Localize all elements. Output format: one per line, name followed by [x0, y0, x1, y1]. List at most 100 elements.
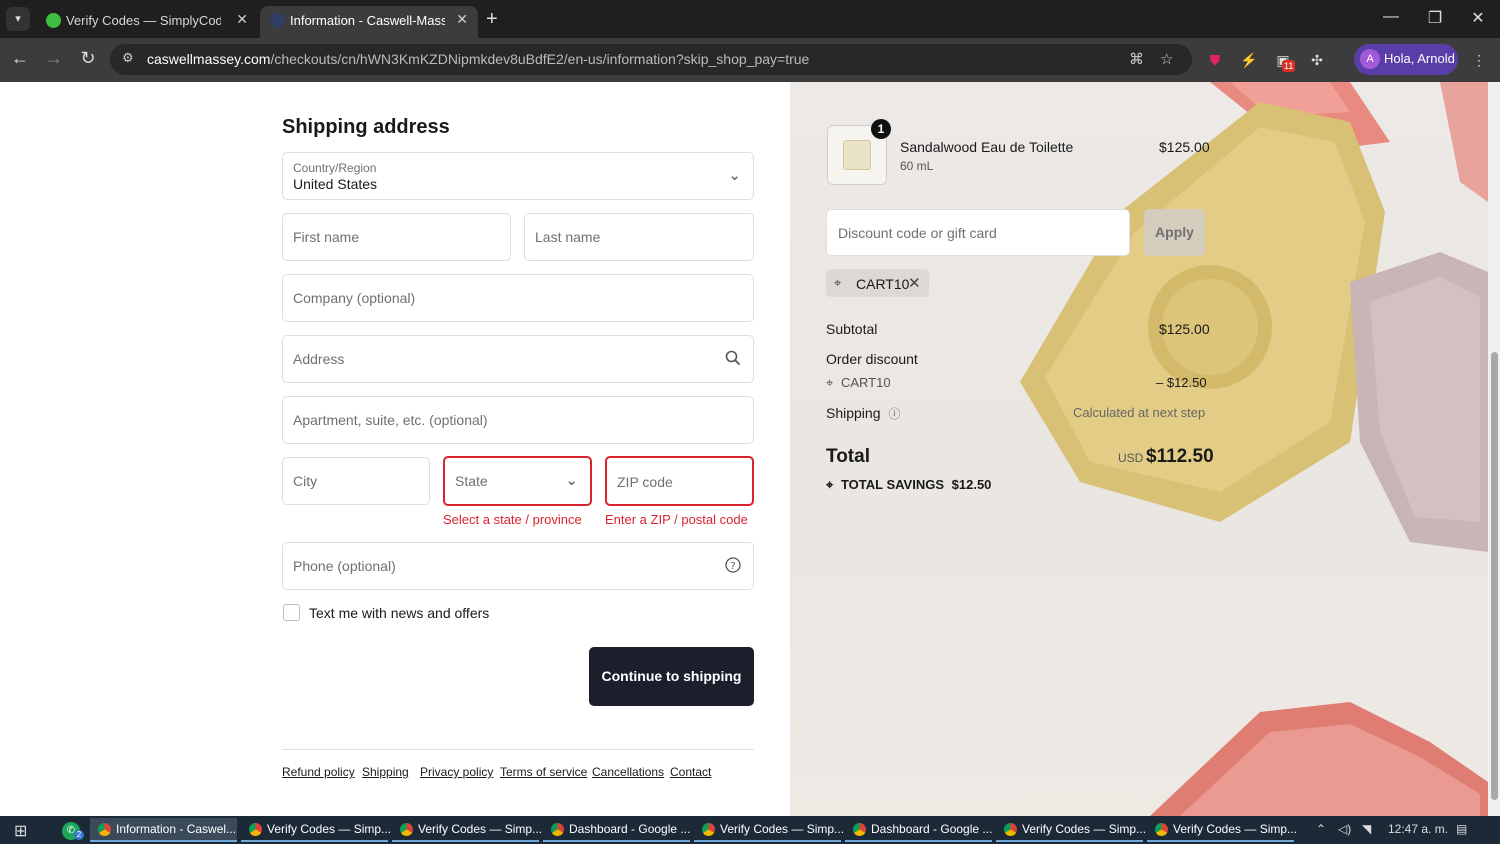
zip-error-message: Enter a ZIP / postal code	[605, 512, 748, 527]
order-discount-code: CART10	[840, 375, 891, 390]
taskbar-item-label: Verify Codes — Simp...	[267, 822, 392, 836]
close-window-icon[interactable]: ✕	[1468, 8, 1488, 28]
chrome-icon	[98, 823, 111, 836]
tray-chevron-up-icon[interactable]: ⌃	[1316, 822, 1326, 836]
country-select[interactable]: Country/Region United States ⌄	[282, 152, 754, 200]
start-grid-icon[interactable]: ⊞	[14, 821, 27, 841]
tab-search-button[interactable]: ▾	[6, 7, 30, 31]
taskbar-item-label: Verify Codes — Simp...	[1022, 822, 1147, 836]
applied-discount-chip: ⌖ CART10 ✕	[826, 269, 929, 297]
tag-icon: ⌖	[826, 477, 834, 492]
lightning-extension-icon[interactable]: ⚡	[1238, 49, 1260, 71]
tab-information[interactable]: Information - Caswell-Massey® ✕	[260, 6, 478, 38]
url-text: caswellmassey.com/checkouts/cn/hWN3KmKZD…	[147, 51, 810, 67]
chrome-icon	[400, 823, 413, 836]
site-info-icon[interactable]: ⚙	[122, 50, 134, 66]
total-savings-row: ⌖ TOTAL SAVINGS $12.50	[826, 477, 991, 493]
zip-code-field[interactable]: ZIP code	[605, 456, 754, 506]
footer-link-cancellations[interactable]: Cancellations	[592, 765, 664, 779]
whatsapp-badge: 2	[74, 830, 84, 840]
browser-toolbar: ← → ↻ ⚙ caswellmassey.com/checkouts/cn/h…	[0, 38, 1500, 82]
minimize-icon[interactable]: —	[1381, 8, 1401, 26]
screen-extension-icon[interactable]: ▣ 11	[1272, 49, 1296, 72]
product-name: Sandalwood Eau de Toilette	[900, 139, 1074, 155]
last-name-placeholder: Last name	[535, 229, 601, 245]
tab-title: Information - Caswell-Massey®	[290, 13, 445, 28]
chrome-icon	[249, 823, 262, 836]
taskbar-item[interactable]: Dashboard - Google ...	[543, 818, 690, 842]
chrome-icon	[853, 823, 866, 836]
taskbar-item-label: Information - Caswel...	[116, 822, 237, 836]
shield-extension-icon[interactable]: ⛊	[1204, 49, 1226, 71]
restore-icon[interactable]: ❐	[1425, 8, 1445, 28]
chrome-icon	[551, 823, 564, 836]
quantity-badge: 1	[871, 119, 891, 139]
zip-placeholder: ZIP code	[617, 474, 673, 490]
address-field[interactable]: Address	[282, 335, 754, 383]
apartment-placeholder: Apartment, suite, etc. (optional)	[293, 412, 488, 428]
phone-field[interactable]: Phone (optional) ?	[282, 542, 754, 590]
caswell-massey-favicon-icon	[270, 13, 285, 28]
taskbar-item[interactable]: Verify Codes — Simp...	[392, 818, 542, 842]
bookmark-star-icon[interactable]: ☆	[1160, 50, 1173, 68]
whatsapp-icon[interactable]: ✆ 2	[62, 822, 84, 840]
state-error-message: Select a state / province	[443, 512, 582, 527]
taskbar-item[interactable]: Information - Caswel...	[90, 818, 237, 842]
menu-kebab-icon[interactable]: ⋮	[1468, 49, 1490, 71]
discount-code-input[interactable]: Discount code or gift card	[826, 209, 1130, 256]
address-placeholder: Address	[293, 351, 345, 367]
address-bar[interactable]: ⚙ caswellmassey.com/checkouts/cn/hWN3KmK…	[110, 44, 1192, 75]
new-tab-button[interactable]: +	[486, 8, 498, 31]
taskbar-item[interactable]: Verify Codes — Simp...	[241, 818, 392, 842]
company-field[interactable]: Company (optional)	[282, 274, 754, 322]
sms-opt-in-checkbox[interactable]	[283, 604, 300, 621]
first-name-placeholder: First name	[293, 229, 360, 245]
taskbar-item[interactable]: Verify Codes — Simp...	[694, 818, 844, 842]
state-placeholder: State	[455, 473, 488, 489]
help-circle-icon[interactable]: ?	[725, 557, 741, 577]
continue-to-shipping-button[interactable]: Continue to shipping	[589, 647, 754, 706]
footer-link-terms-of-service[interactable]: Terms of service	[500, 765, 587, 779]
volume-icon[interactable]: ◁)	[1338, 822, 1351, 836]
order-discount-value: – $12.50	[1156, 375, 1207, 390]
profile-button[interactable]: A Hola, Arnold	[1354, 44, 1458, 75]
subtotal-value: $125.00	[1159, 321, 1210, 337]
close-icon[interactable]: ✕	[236, 11, 248, 28]
savings-label: TOTAL SAVINGS	[840, 477, 945, 492]
phone-placeholder: Phone (optional)	[293, 558, 396, 574]
section-title: Shipping address	[282, 116, 450, 138]
close-icon[interactable]: ✕	[456, 11, 468, 28]
apartment-field[interactable]: Apartment, suite, etc. (optional)	[282, 396, 754, 444]
chevron-down-icon: ⌄	[728, 167, 741, 184]
last-name-field[interactable]: Last name	[524, 213, 754, 261]
scrollbar-thumb[interactable]	[1491, 352, 1498, 800]
notifications-icon[interactable]: ▤	[1456, 822, 1467, 836]
footer-link-shipping[interactable]: Shipping	[362, 765, 409, 779]
help-circle-icon[interactable]: ⓘ	[888, 407, 900, 421]
reload-icon[interactable]: ↻	[77, 48, 99, 69]
simplycodes-favicon-icon	[46, 13, 61, 28]
page-scrollbar[interactable]	[1488, 82, 1500, 816]
first-name-field[interactable]: First name	[282, 213, 511, 261]
shipping-label-text: Shipping	[826, 405, 881, 421]
network-icon[interactable]: ◥	[1362, 822, 1371, 836]
footer-link-contact[interactable]: Contact	[670, 765, 711, 779]
state-select[interactable]: State ⌄	[443, 456, 592, 506]
city-field[interactable]: City	[282, 457, 430, 505]
translate-icon[interactable]: ⌘	[1129, 50, 1144, 68]
extensions-puzzle-icon[interactable]: ✣	[1306, 49, 1328, 71]
taskbar-item[interactable]: Dashboard - Google ...	[845, 818, 992, 842]
clock-time[interactable]: 12:47 a. m.	[1388, 822, 1448, 836]
footer-link-privacy-policy[interactable]: Privacy policy	[420, 765, 493, 779]
footer-link-refund-policy[interactable]: Refund policy	[282, 765, 355, 779]
tab-verify-codes[interactable]: Verify Codes — SimplyCodes ✕	[36, 6, 258, 38]
remove-discount-icon[interactable]: ✕	[908, 274, 921, 292]
product-variant: 60 mL	[900, 159, 934, 173]
forward-icon[interactable]: →	[43, 48, 65, 69]
taskbar-item[interactable]: Verify Codes — Simp...	[1147, 818, 1297, 842]
apply-discount-button[interactable]: Apply	[1144, 209, 1205, 256]
taskbar-item[interactable]: Verify Codes — Simp...	[996, 818, 1147, 842]
back-icon[interactable]: ←	[9, 48, 31, 69]
shipping-value: Calculated at next step	[1073, 405, 1206, 420]
taskbar-item-label: Dashboard - Google ...	[569, 822, 691, 836]
